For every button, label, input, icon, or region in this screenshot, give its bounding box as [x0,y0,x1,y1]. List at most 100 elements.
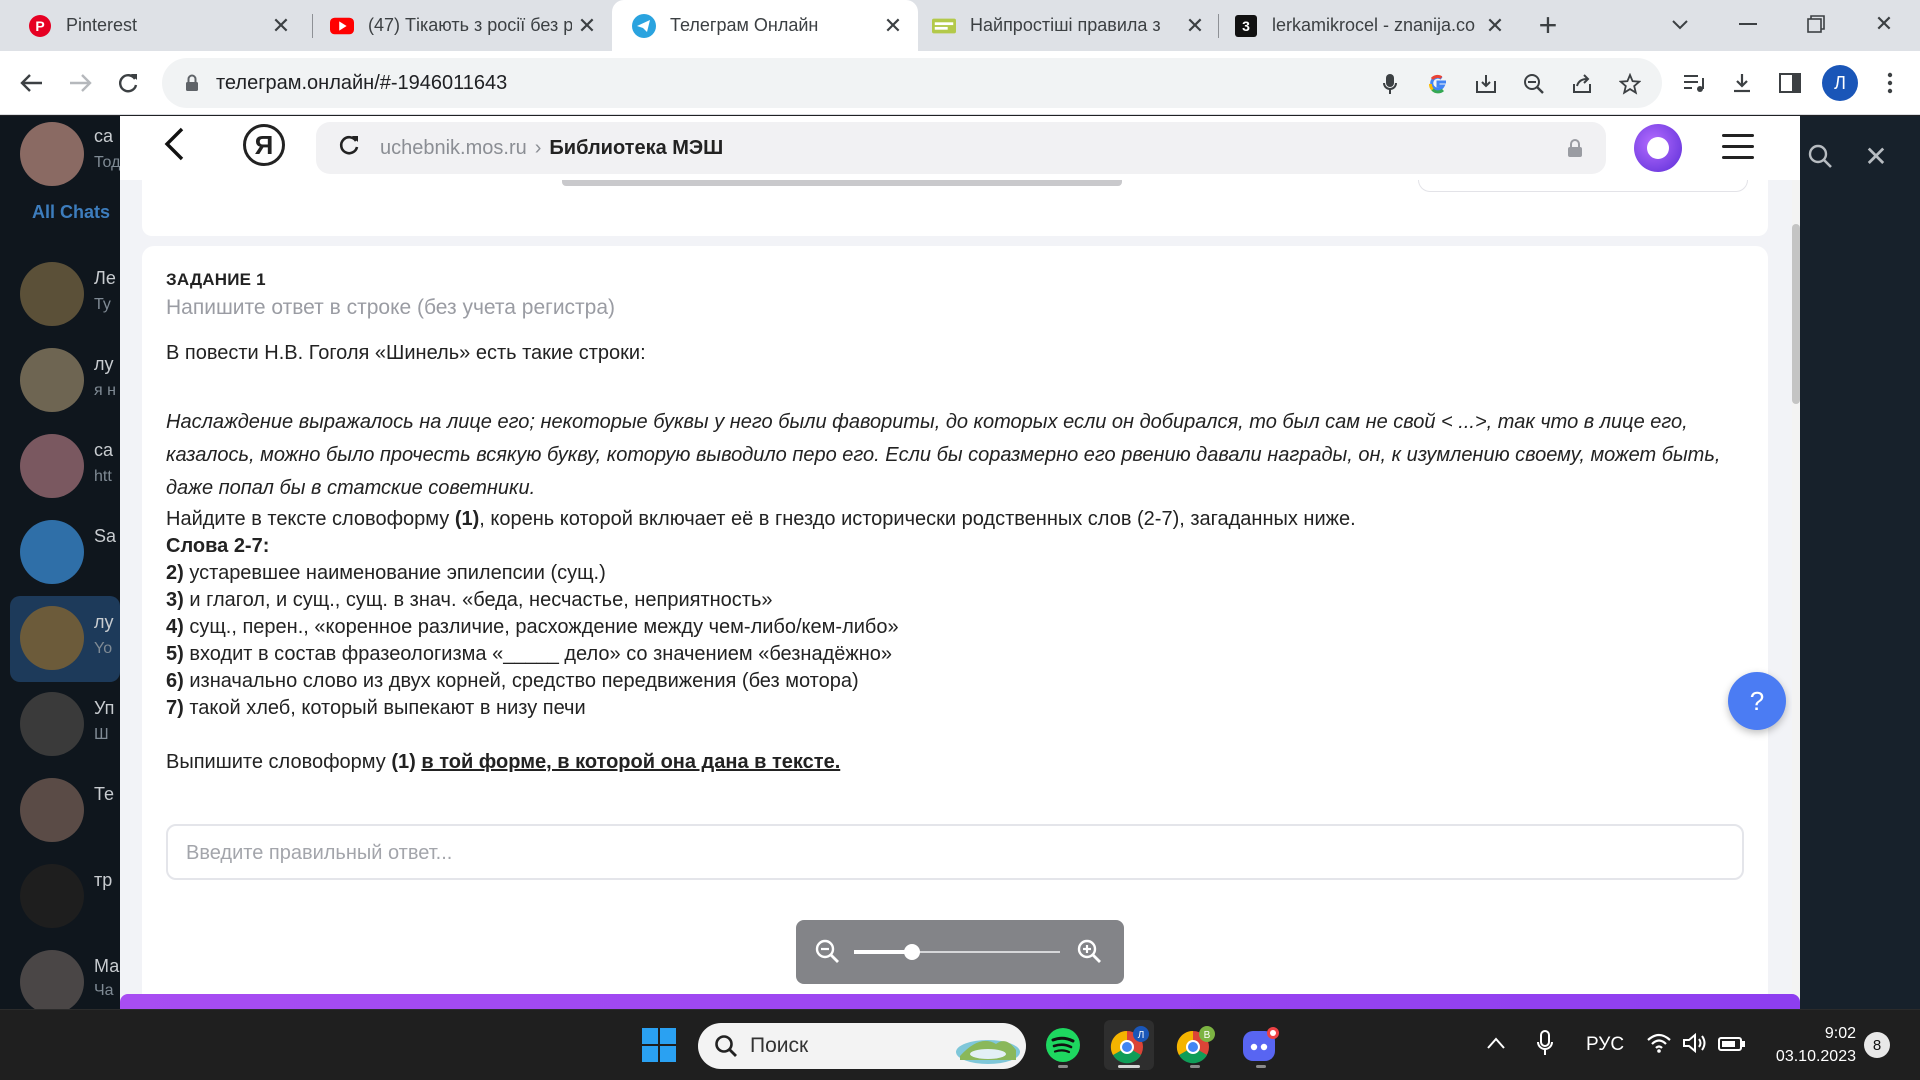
share-icon[interactable] [1568,70,1596,98]
youtube-icon [330,14,354,38]
tab-close-icon[interactable]: ✕ [266,11,296,41]
tab-close-icon[interactable]: ✕ [1180,11,1210,41]
media-controls-icon[interactable] [1676,65,1712,101]
battery-icon[interactable] [1718,1036,1746,1058]
avatar[interactable] [20,348,84,412]
list-item: 2) устаревшее наименование эпилепсии (су… [166,562,606,585]
cropped-button-fragment [1418,180,1748,192]
new-tab-button[interactable]: + [1530,8,1566,44]
viewer-close-icon[interactable]: ✕ [1856,136,1896,176]
chat-name: Те [94,784,114,804]
install-app-icon[interactable] [1472,70,1500,98]
page-domain: uchebnik.mos.ru [380,136,527,159]
tray-chevron-icon[interactable] [1486,1034,1506,1056]
minimize-button[interactable] [1728,6,1768,42]
volume-icon[interactable] [1682,1032,1708,1060]
gogol-quote: Наслаждение выражалось на лице его; неко… [166,411,1721,499]
tab-telegram[interactable]: Телеграм Онлайн ✕ [612,0,918,51]
zoom-out-icon[interactable] [814,938,842,966]
avatar[interactable] [20,606,84,670]
folder-all-chats[interactable]: All Chats [32,202,110,223]
chrome-badge-l: Л [1138,1030,1145,1041]
tab-close-icon[interactable]: ✕ [878,11,908,41]
zoom-in-icon[interactable] [1076,938,1104,966]
task-intro: В повести Н.В. Гоголя «Шинель» есть таки… [166,342,646,364]
avatar[interactable] [20,434,84,498]
back-arrow-icon [162,126,202,170]
tab-close-icon[interactable]: ✕ [572,11,602,41]
tab-znanija[interactable]: 3 lerkamikrocel - znanija.co ✕ [1220,0,1520,51]
cropped-text-fragment [562,180,1122,186]
chat-list: са Тод All Chats Ле Ту лу я н са htt Sa … [0,116,120,1014]
previous-card [142,180,1768,236]
chat-snippet: Yo [94,640,113,657]
item-number: 5) [166,643,184,665]
task-card: ЗАДАНИЕ 1 Напишите ответ в строке (без у… [142,246,1768,1009]
spotify-icon[interactable] [1038,1020,1088,1070]
telegram-icon [632,13,656,38]
tab-search-chevron-icon[interactable] [1660,6,1700,42]
url-text: телеграм.онлайн/#-1946011643 [216,71,508,94]
news-icon [932,14,956,38]
chat-name: са [94,440,114,460]
windows-taskbar: Поиск Л В РУС 9:02 03.10.2023 8 [0,1009,1920,1080]
taskbar-search[interactable]: Поиск [698,1023,1026,1069]
notification-badge[interactable]: 8 [1864,1032,1890,1058]
list-item: 5) входит в состав фразеологизма «_____ … [166,643,892,666]
close-window-button[interactable]: ✕ [1864,6,1904,42]
final-number: (1) [391,751,416,773]
avatar[interactable] [20,864,84,928]
tab-title: Телеграм Онлайн [670,15,819,35]
item-number: 3) [166,589,184,611]
google-icon[interactable] [1424,70,1452,98]
avatar[interactable] [20,778,84,842]
instruction-prefix: Найдите в тексте словоформу [166,508,455,530]
wifi-icon[interactable] [1646,1032,1672,1060]
search-highlight-image-icon [950,1026,1022,1066]
pinterest-icon: P [28,14,52,38]
tab-pinterest[interactable]: P Pinterest ✕ [0,0,306,51]
avatar[interactable] [20,692,84,756]
tab-youtube[interactable]: (47) Тікають з росії без р ✕ [306,0,612,51]
bookmark-star-icon[interactable] [1616,70,1644,98]
zoom-out-icon[interactable] [1520,70,1548,98]
yandex-logo: Я [243,124,285,166]
kebab-menu-icon[interactable] [1872,65,1908,101]
tab-close-icon[interactable]: ✕ [1480,11,1510,41]
chat-name: Sa [94,526,117,546]
list-item: 3) и глагол, и сущ., сущ. в знач. «беда,… [166,589,773,612]
start-button[interactable] [634,1020,684,1070]
chrome-badge-v: В [1204,1030,1211,1041]
avatar[interactable] [20,122,84,186]
chrome-profile-l-icon[interactable]: Л [1104,1020,1154,1070]
lock-icon[interactable] [182,73,202,93]
reload-icon[interactable] [110,65,146,101]
item-text: и глагол, и сущ., сущ. в знач. «беда, не… [183,589,773,611]
input-language[interactable]: РУС [1586,1034,1624,1056]
discord-icon[interactable] [1236,1020,1286,1070]
restore-button[interactable] [1796,6,1836,42]
profile-avatar[interactable]: Л [1822,65,1858,101]
zoom-control [796,920,1124,984]
task-instruction: Найдите в тексте словоформу (1), корень … [166,508,1356,531]
item-text: входит в состав фразеологизма «_____ дел… [183,643,893,665]
tab-news[interactable]: Найпростіші правила з ✕ [918,0,1220,51]
downloads-icon[interactable] [1724,65,1760,101]
chat-name: Ле [94,268,116,288]
microphone-icon[interactable] [1376,70,1404,98]
tab-title: (47) Тікають з росії без р [368,15,572,35]
avatar[interactable] [20,262,84,326]
saved-messages-icon[interactable] [20,520,84,584]
address-bar[interactable]: телеграм.онлайн/#-1946011643 [162,58,1662,108]
viewer-zoom-icon[interactable] [1800,136,1840,176]
back-icon[interactable] [14,65,50,101]
avatar[interactable] [20,950,84,1014]
microphone-icon[interactable] [1536,1030,1554,1062]
zoom-slider-handle[interactable] [903,944,920,960]
side-panel-icon[interactable] [1772,65,1808,101]
chrome-profile-v-icon[interactable]: В [1170,1020,1220,1070]
forward-icon[interactable] [62,65,98,101]
task-hint: Напишите ответ в строке (без учета регис… [166,296,616,319]
system-clock[interactable]: 9:02 03.10.2023 [1766,1022,1856,1068]
yandex-browser-bar: Я uchebnik.mos.ru › Библиотека МЭШ [120,116,1800,180]
